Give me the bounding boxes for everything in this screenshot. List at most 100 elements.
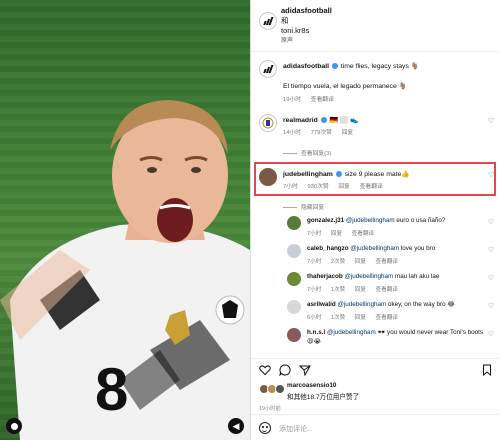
emoji-icon[interactable]: [259, 422, 271, 434]
comment-text: realmadrid 🇩🇪 ⬜ 👟: [283, 116, 487, 125]
reply-translate[interactable]: 查看翻译: [376, 259, 398, 265]
post-date: 19小时前: [259, 406, 281, 412]
heart-icon[interactable]: [259, 364, 271, 376]
reply-item: h.n.s.i @judebellingham 🕶️ you would nev…: [251, 328, 500, 358]
reply-likes[interactable]: 1次赞: [331, 287, 345, 293]
caption-username[interactable]: adidasfootball: [283, 63, 329, 70]
reply-likes[interactable]: 2次赞: [331, 259, 345, 265]
reply-username[interactable]: caleb_hangzo: [307, 245, 349, 252]
verified-icon: [331, 63, 338, 70]
caption-text-es: El tiempo vuela, el legado permanece 🐐: [283, 83, 408, 90]
reply-text: caleb_hangzo @judebellingham love you br…: [307, 245, 487, 254]
sound-toggle-icon[interactable]: ◀: [228, 418, 244, 434]
reply-item: caleb_hangzo @judebellingham love you br…: [251, 244, 500, 270]
reply-time: 7小时: [307, 259, 322, 265]
post-actions: [251, 358, 500, 380]
reply-mention[interactable]: @judebellingham: [337, 301, 386, 308]
reply-avatar[interactable]: [287, 216, 301, 230]
reply-reply[interactable]: 回复: [331, 231, 342, 237]
post-photo[interactable]: 8 ◀: [0, 0, 250, 440]
header-conjunction: 和: [281, 16, 289, 25]
hide-replies[interactable]: 隐藏回复: [283, 202, 324, 211]
like-heart-icon[interactable]: ♡: [488, 118, 495, 125]
verified-icon: [320, 117, 327, 124]
reply-username[interactable]: asrilwalid: [307, 301, 336, 308]
reply-time: 6小时: [307, 315, 322, 321]
highlight-box: [254, 162, 496, 196]
header-collaborator[interactable]: toni.kr8s: [281, 26, 332, 36]
reply-translate[interactable]: 查看翻译: [352, 231, 374, 237]
caption-translate[interactable]: 查看翻译: [311, 97, 334, 103]
post-header: adidasfootball 和 toni.kr8s 原声: [251, 0, 500, 52]
comment-input[interactable]: 添加评论...: [279, 424, 313, 434]
reply-mention[interactable]: @judebellingham: [344, 273, 393, 280]
caption-text-en: time flies, legacy stays 🐐: [340, 63, 420, 70]
like-heart-icon[interactable]: ♡: [488, 219, 495, 226]
caption-text: adidasfootball time flies, legacy stays …: [283, 62, 487, 71]
caption-avatar[interactable]: [259, 60, 277, 78]
reply-time: 7小时: [307, 231, 322, 237]
bookmark-icon[interactable]: [481, 364, 493, 376]
adidas-logo-icon: [263, 65, 274, 73]
reply-username[interactable]: gonzalez.j31: [307, 217, 344, 224]
caption-time: 19小时: [283, 97, 302, 103]
comment-time: 14小时: [283, 130, 302, 136]
like-heart-icon[interactable]: ♡: [488, 331, 495, 338]
comment-icon[interactable]: [279, 364, 291, 376]
realmadrid-avatar[interactable]: [259, 114, 277, 132]
reply-avatar[interactable]: [287, 244, 301, 258]
player-image: 8: [0, 100, 250, 440]
like-heart-icon[interactable]: ♡: [488, 247, 495, 254]
liker-avatar[interactable]: [275, 384, 285, 394]
reply-text: h.n.s.i @judebellingham 🕶️ you would nev…: [307, 329, 487, 346]
likes-count[interactable]: 和其他18.7万位用户赞了: [287, 391, 359, 401]
comment-realmadrid: realmadrid 🇩🇪 ⬜ 👟 14小时 779次赞 回复 ♡ 查看回复(3…: [251, 114, 500, 160]
like-heart-icon[interactable]: ♡: [488, 303, 495, 310]
reply-meta: 7小时 2次赞 回复 查看翻译: [307, 257, 406, 265]
reply-meta: 7小时 1次赞 回复 查看翻译: [307, 285, 406, 293]
comment-body: 🇩🇪 ⬜ 👟: [329, 117, 359, 124]
comment-likes[interactable]: 779次赞: [311, 130, 332, 136]
liker-name[interactable]: marcoasensio10: [287, 382, 336, 389]
like-heart-icon[interactable]: ♡: [488, 275, 495, 282]
likes-summary: marcoasensio10 和其他18.7万位用户赞了: [259, 382, 499, 404]
reply-reply[interactable]: 回复: [355, 315, 366, 321]
reply-username[interactable]: thaherjacob: [307, 273, 343, 280]
reply-translate[interactable]: 查看翻译: [376, 287, 398, 293]
reply-text: thaherjacob @judebellingham mau lah aku …: [307, 273, 487, 282]
reply-mention[interactable]: @judebellingham: [350, 245, 399, 252]
reply-mention[interactable]: @judebellingham: [346, 217, 395, 224]
tagged-user-icon[interactable]: [6, 418, 22, 434]
share-icon[interactable]: [299, 364, 311, 376]
reply-avatar[interactable]: [287, 300, 301, 314]
reply-username[interactable]: h.n.s.i: [307, 329, 325, 336]
comment-reply[interactable]: 回复: [342, 130, 354, 136]
caption-meta: 19小时 查看翻译: [283, 94, 342, 103]
reply-mention[interactable]: @judebellingham: [327, 329, 376, 336]
view-replies[interactable]: 查看回复(3): [283, 148, 331, 157]
header-audio[interactable]: 原声: [281, 36, 332, 46]
reply-item: asrilwalid @judebellingham okey, on the …: [251, 300, 500, 326]
reply-body: mau lah aku lae: [394, 273, 440, 280]
reply-reply[interactable]: 回复: [355, 287, 366, 293]
adidas-logo-icon: [263, 17, 274, 25]
reply-body: okey, on the way bro 😂: [387, 301, 455, 308]
reply-item: gonzalez.j31 @judebellingham euro o usa …: [251, 216, 500, 242]
reply-translate[interactable]: 查看翻译: [376, 315, 398, 321]
reply-reply[interactable]: 回复: [355, 259, 366, 265]
reply-text: asrilwalid @judebellingham okey, on the …: [307, 301, 487, 310]
comment-username[interactable]: realmadrid: [283, 117, 318, 124]
post-sidebar: adidasfootball 和 toni.kr8s 原声 adidasfoot…: [250, 0, 500, 440]
header-account[interactable]: adidasfootball: [281, 6, 332, 16]
comment-meta: 14小时 779次赞 回复: [283, 127, 361, 136]
caption: adidasfootball time flies, legacy stays …: [251, 60, 500, 106]
reply-avatar[interactable]: [287, 272, 301, 286]
realmadrid-crest-icon: [262, 117, 274, 129]
comment-input-bar: 添加评论...: [251, 414, 500, 440]
reply-avatar[interactable]: [287, 328, 301, 342]
svg-text:8: 8: [95, 356, 128, 423]
reply-body: love you bro: [400, 245, 436, 252]
header-text: adidasfootball 和 toni.kr8s 原声: [281, 6, 332, 46]
account-avatar[interactable]: [259, 12, 277, 30]
reply-likes[interactable]: 1次赞: [331, 315, 345, 321]
